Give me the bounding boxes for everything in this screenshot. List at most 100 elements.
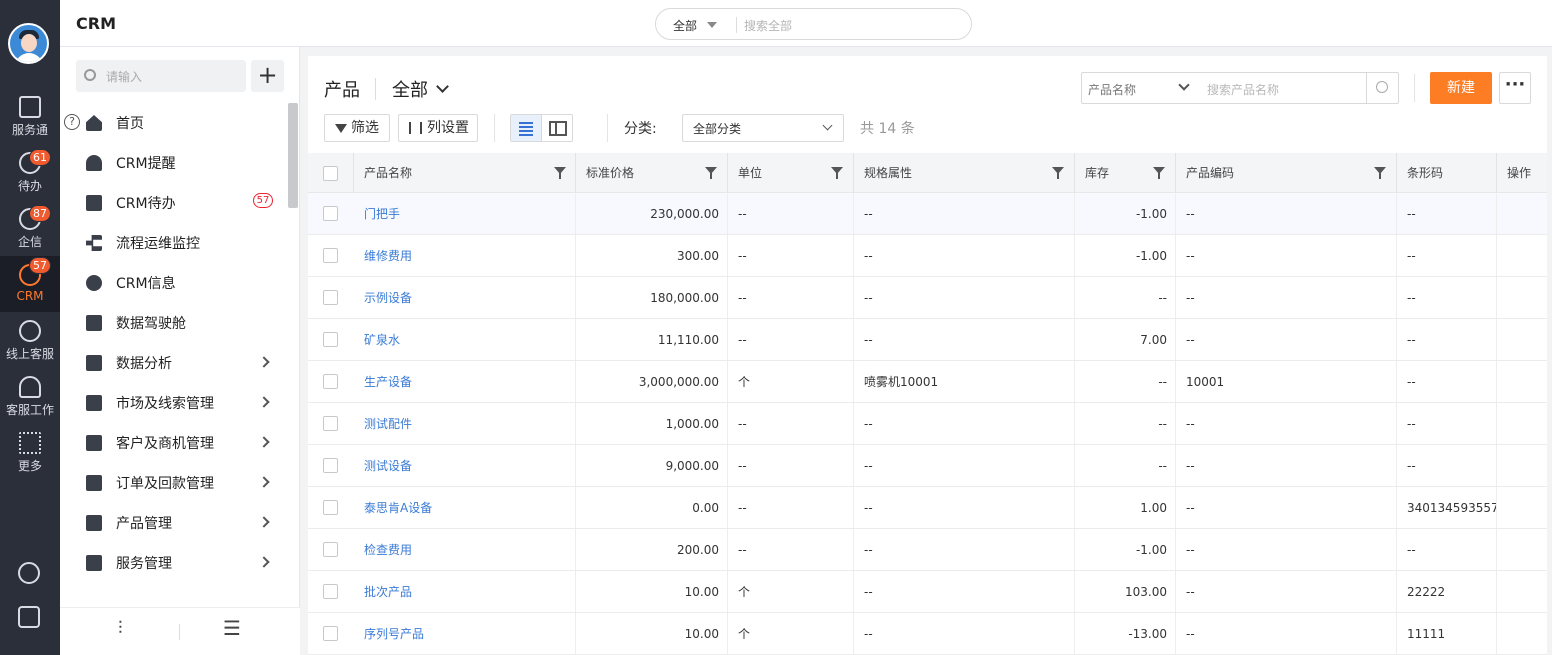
cell-actions[interactable] xyxy=(1497,403,1547,444)
filter-button[interactable]: 筛选 xyxy=(324,114,390,142)
filter-icon[interactable] xyxy=(831,167,843,179)
rail-item-service[interactable]: 服务通 xyxy=(0,96,60,152)
sidebar-item-marketing[interactable]: 市场及线索管理 xyxy=(60,383,286,423)
rail-item-todo[interactable]: 61 待办 xyxy=(0,149,60,208)
cell-actions[interactable] xyxy=(1497,445,1547,486)
cell-name[interactable]: 示例设备 xyxy=(354,277,576,318)
table-row[interactable]: 批次产品 10.00 个 -- 103.00 -- 22222 xyxy=(308,571,1547,613)
cell-name[interactable]: 批次产品 xyxy=(354,571,576,612)
list-view-button[interactable] xyxy=(511,115,542,141)
sidebar-item-service-mgmt[interactable]: 服务管理 xyxy=(60,543,286,583)
settings-icon[interactable] xyxy=(18,562,40,584)
cell-name[interactable]: 门把手 xyxy=(354,193,576,234)
cell-actions[interactable] xyxy=(1497,235,1547,276)
cell-name[interactable]: 泰思肯A设备 xyxy=(354,487,576,528)
rail-item-service-work[interactable]: 客服工作 xyxy=(0,376,60,432)
new-button[interactable]: 新建 xyxy=(1430,72,1492,104)
row-checkbox[interactable] xyxy=(323,626,338,641)
table-row[interactable]: 矿泉水 11,110.00 -- -- 7.00 -- -- xyxy=(308,319,1547,361)
cell-name[interactable]: 测试配件 xyxy=(354,403,576,444)
select-all-checkbox[interactable] xyxy=(323,166,338,181)
search-button[interactable] xyxy=(1366,73,1398,103)
row-checkbox[interactable] xyxy=(323,332,338,347)
filter-icon[interactable] xyxy=(1374,167,1386,179)
row-checkbox[interactable] xyxy=(323,542,338,557)
rail-item-crm[interactable]: 57 CRM xyxy=(0,256,60,312)
chevron-down-icon[interactable] xyxy=(436,80,449,93)
filter-icon[interactable] xyxy=(554,167,566,179)
table-row[interactable]: 示例设备 180,000.00 -- -- -- -- -- xyxy=(308,277,1547,319)
row-checkbox[interactable] xyxy=(323,290,338,305)
product-search[interactable]: 产品名称 搜索产品名称 xyxy=(1081,72,1399,104)
rail-item-more[interactable]: 更多 xyxy=(0,432,60,488)
row-checkbox[interactable] xyxy=(323,374,338,389)
cell-actions[interactable] xyxy=(1497,193,1547,234)
avatar[interactable] xyxy=(8,23,49,64)
table-row[interactable]: 维修费用 300.00 -- -- -1.00 -- -- xyxy=(308,235,1547,277)
sidebar-item-crm-todo[interactable]: CRM待办 57 xyxy=(60,183,286,223)
sidebar-item-products[interactable]: 产品管理 xyxy=(60,503,286,543)
filter-icon[interactable] xyxy=(1052,167,1064,179)
row-checkbox[interactable] xyxy=(323,584,338,599)
view-toggle[interactable] xyxy=(510,114,573,142)
sidebar-item-home[interactable]: 首页 xyxy=(60,103,286,143)
sidebar-item-process-monitor[interactable]: 流程运维监控 xyxy=(60,223,286,263)
row-checkbox[interactable] xyxy=(323,416,338,431)
row-checkbox[interactable] xyxy=(323,458,338,473)
filter-icon[interactable] xyxy=(1153,167,1165,179)
sidebar-item-crm-reminder[interactable]: CRM提醒 xyxy=(60,143,286,183)
scope-select[interactable]: 全部 xyxy=(392,76,428,102)
user-list-icon[interactable] xyxy=(18,606,40,628)
cell-name[interactable]: 测试设备 xyxy=(354,445,576,486)
row-checkbox[interactable] xyxy=(323,248,338,263)
table-row[interactable]: 门把手 230,000.00 -- -- -1.00 -- -- xyxy=(308,193,1547,235)
cell-actions[interactable] xyxy=(1497,361,1547,402)
header-stock[interactable]: 库存 xyxy=(1075,153,1176,192)
sidebar-item-customers[interactable]: 客户及商机管理 xyxy=(60,423,286,463)
cell-actions[interactable] xyxy=(1497,319,1547,360)
cell-name[interactable]: 维修费用 xyxy=(354,235,576,276)
cell-name[interactable]: 生产设备 xyxy=(354,361,576,402)
sidebar-scrollbar[interactable] xyxy=(288,103,298,208)
sidebar-item-crm-info[interactable]: CRM信息 xyxy=(60,263,286,303)
table-row[interactable]: 测试设备 9,000.00 -- -- -- -- -- xyxy=(308,445,1547,487)
global-search-input[interactable]: 搜索全部 xyxy=(744,17,792,34)
sidebar-item-data-analysis[interactable]: 数据分析 xyxy=(60,343,286,383)
cell-name[interactable]: 矿泉水 xyxy=(354,319,576,360)
header-code[interactable]: 产品编码 xyxy=(1176,153,1397,192)
cell-actions[interactable] xyxy=(1497,277,1547,318)
filter-icon[interactable] xyxy=(705,167,717,179)
collapse-menu-icon[interactable]: ☰ xyxy=(223,616,241,640)
row-checkbox[interactable] xyxy=(323,500,338,515)
search-field-select[interactable]: 产品名称 xyxy=(1088,81,1136,98)
row-checkbox[interactable] xyxy=(323,206,338,221)
sidebar-search[interactable]: 请输入 xyxy=(76,60,246,92)
sliders-icon[interactable]: ⫶ xyxy=(118,618,123,639)
table-row[interactable]: 检查费用 200.00 -- -- -1.00 -- -- xyxy=(308,529,1547,571)
sidebar-item-orders[interactable]: 订单及回款管理 xyxy=(60,463,286,503)
split-view-icon[interactable] xyxy=(549,121,567,136)
table-row[interactable]: 泰思肯A设备 0.00 -- -- 1.00 -- 3401345935571 xyxy=(308,487,1547,529)
table-row[interactable]: 生产设备 3,000,000.00 个喷雾机10001 -- 10001 -- xyxy=(308,361,1547,403)
global-search[interactable]: 全部 搜索全部 xyxy=(655,8,972,40)
table-row[interactable]: 序列号产品 10.00 个 -- -13.00 -- 11111 xyxy=(308,613,1547,655)
cell-actions[interactable] xyxy=(1497,571,1547,612)
cell-name[interactable]: 检查费用 xyxy=(354,529,576,570)
cell-actions[interactable] xyxy=(1497,529,1547,570)
cell-actions[interactable] xyxy=(1497,487,1547,528)
header-price[interactable]: 标准价格 xyxy=(576,153,728,192)
header-spec[interactable]: 规格属性 xyxy=(854,153,1075,192)
table-row[interactable]: 测试配件 1,000.00 -- -- -- -- -- xyxy=(308,403,1547,445)
sidebar-search-input[interactable]: 请输入 xyxy=(106,68,142,85)
sidebar-item-data-cockpit[interactable]: 数据驾驶舱 xyxy=(60,303,286,343)
column-settings-button[interactable]: 列设置 xyxy=(398,114,478,142)
more-button[interactable]: ··· xyxy=(1499,72,1531,104)
search-scope-select[interactable]: 全部 xyxy=(673,17,697,34)
add-menu-button[interactable]: + xyxy=(251,60,284,92)
cell-actions[interactable] xyxy=(1497,613,1547,654)
header-name[interactable]: 产品名称 xyxy=(354,153,576,192)
header-unit[interactable]: 单位 xyxy=(728,153,854,192)
product-search-input[interactable]: 搜索产品名称 xyxy=(1207,81,1279,98)
category-select[interactable]: 全部分类 xyxy=(682,114,844,142)
cell-name[interactable]: 序列号产品 xyxy=(354,613,576,654)
